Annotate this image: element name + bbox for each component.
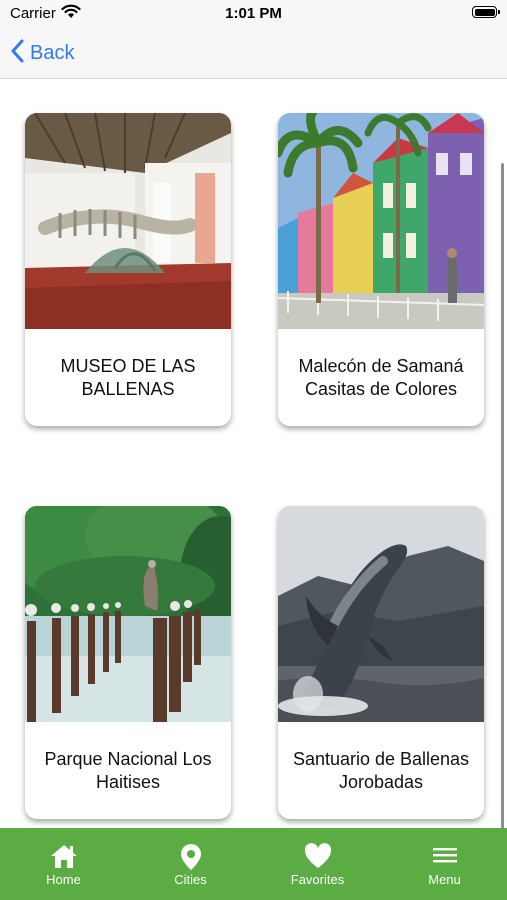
hamburger-menu-icon bbox=[381, 843, 507, 867]
place-image-los-haitises bbox=[25, 506, 231, 722]
tab-label: Favorites bbox=[290, 872, 345, 887]
tab-label: Home bbox=[46, 872, 81, 887]
place-title: Santuario de Ballenas Jorobadas bbox=[292, 748, 470, 792]
place-image-museo-ballenas bbox=[25, 113, 231, 329]
tab-cities[interactable]: Cities bbox=[127, 828, 254, 900]
back-label: Back bbox=[30, 41, 75, 64]
tab-label: Menu bbox=[428, 872, 461, 887]
scroll-indicator[interactable] bbox=[501, 163, 504, 828]
chevron-left-icon bbox=[10, 39, 24, 68]
place-image-malecon-samana bbox=[278, 113, 484, 329]
tab-menu[interactable]: Menu bbox=[381, 828, 507, 900]
tab-label: Cities bbox=[174, 872, 207, 887]
place-title: MUSEO DE LAS BALLENAS bbox=[60, 355, 196, 399]
place-image-santuario-ballenas bbox=[278, 506, 484, 722]
place-card-los-haitises[interactable]: Parque Nacional Los Haitises bbox=[25, 506, 231, 819]
place-card-museo-ballenas[interactable]: MUSEO DE LAS BALLENAS bbox=[25, 113, 231, 426]
place-card-malecon-samana[interactable]: Malecón de Samaná Casitas de Colores bbox=[278, 113, 484, 426]
tab-home[interactable]: Home bbox=[0, 828, 127, 900]
place-title: Parque Nacional Los Haitises bbox=[44, 748, 212, 792]
navigation-bar: Back bbox=[0, 28, 507, 79]
map-pin-icon bbox=[127, 843, 254, 871]
battery-icon bbox=[472, 6, 500, 18]
tab-bar: Home Cities Favorites Menu bbox=[0, 828, 507, 900]
home-icon bbox=[0, 843, 127, 869]
place-card-santuario-ballenas[interactable]: Santuario de Ballenas Jorobadas bbox=[278, 506, 484, 819]
places-grid: MUSEO DE LAS BALLENAS Malecón de Samaná … bbox=[0, 79, 507, 828]
clock: 1:01 PM bbox=[225, 5, 282, 22]
tab-favorites[interactable]: Favorites bbox=[254, 828, 381, 900]
back-button[interactable]: Back bbox=[10, 38, 74, 68]
status-bar: Carrier 1:01 PM bbox=[0, 0, 507, 28]
place-title: Malecón de Samaná Casitas de Colores bbox=[298, 355, 464, 399]
heart-icon bbox=[254, 843, 381, 869]
